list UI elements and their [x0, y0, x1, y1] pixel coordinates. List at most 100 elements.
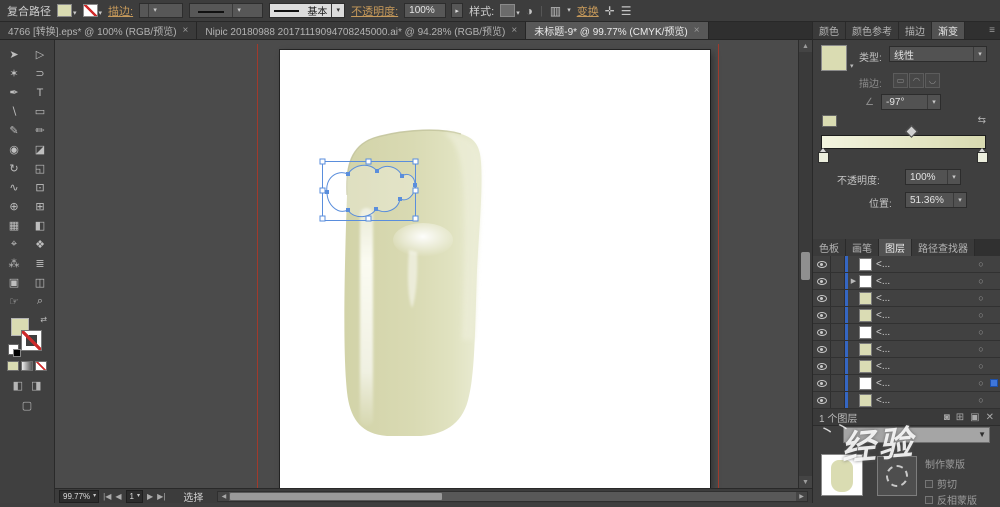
perspective-grid-tool-icon[interactable]: ⊞: [27, 197, 53, 216]
panel-menu-icon[interactable]: ☰: [621, 5, 632, 17]
previous-artboard-button[interactable]: ◀: [115, 492, 121, 501]
make-mask-button[interactable]: 制作蒙版: [925, 456, 965, 471]
target-circle-icon[interactable]: ○: [974, 293, 988, 303]
expand-arrow-icon[interactable]: ▶: [848, 277, 859, 285]
fill-color-dropdown[interactable]: ▾: [57, 4, 77, 17]
draw-behind-icon[interactable]: ◨: [31, 379, 41, 392]
zoom-level-dropdown[interactable]: 99.77% ▾: [59, 490, 99, 503]
gradient-tool-icon[interactable]: ◧: [27, 216, 53, 235]
layer-thumbnail[interactable]: [859, 309, 872, 322]
color-mode-button[interactable]: [7, 361, 19, 371]
gradient-mode-button[interactable]: [21, 361, 33, 371]
object-thumbnail[interactable]: [821, 454, 863, 496]
target-circle-icon[interactable]: ○: [974, 344, 988, 354]
tab-close-icon[interactable]: ×: [511, 25, 517, 36]
width-profile-dropdown[interactable]: ▾: [189, 3, 263, 18]
document-tab[interactable]: 未标题-9* @ 99.77% (CMYK/预览)×: [526, 22, 708, 39]
layer-row[interactable]: <...○: [813, 341, 1000, 358]
lock-toggle[interactable]: [831, 341, 845, 357]
layer-thumbnail[interactable]: [859, 377, 872, 390]
draw-normal-icon[interactable]: ◧: [13, 379, 23, 392]
layer-label[interactable]: <...: [872, 276, 974, 287]
rectangle-tool-icon[interactable]: ▭: [27, 102, 53, 121]
target-circle-icon[interactable]: ○: [974, 327, 988, 337]
stroke-color-dropdown[interactable]: ▾: [83, 4, 103, 17]
lock-toggle[interactable]: [831, 358, 845, 374]
panel-tab-颜色参考[interactable]: 颜色参考: [846, 22, 899, 39]
artboard-tool-icon[interactable]: ▣: [1, 273, 27, 292]
last-artboard-button[interactable]: ▶|: [157, 492, 165, 501]
magic-wand-tool-icon[interactable]: ✶: [1, 64, 27, 83]
visibility-eye-icon[interactable]: [813, 290, 831, 306]
gradient-angle-dropdown[interactable]: -97° ▾: [881, 94, 941, 110]
gradient-position-dropdown[interactable]: 51.36% ▾: [905, 192, 967, 208]
panel-tab-色板[interactable]: 色板: [813, 239, 846, 256]
layer-label[interactable]: <...: [872, 361, 974, 372]
visibility-eye-icon[interactable]: [813, 307, 831, 323]
screen-mode-icon[interactable]: ▢: [22, 399, 32, 412]
align-icon[interactable]: ▥: [550, 5, 561, 17]
shape-builder-tool-icon[interactable]: ⊕: [1, 197, 27, 216]
artboard[interactable]: [280, 50, 710, 488]
selection-indicator[interactable]: [988, 379, 1000, 387]
layer-label[interactable]: <...: [872, 395, 974, 406]
selection-indicator[interactable]: [988, 260, 1000, 268]
selection-indicator[interactable]: [988, 311, 1000, 319]
layer-row[interactable]: <...○: [813, 290, 1000, 307]
pencil-tool-icon[interactable]: ✏: [27, 121, 53, 140]
visibility-eye-icon[interactable]: [813, 256, 831, 272]
gradient-opacity-dropdown[interactable]: 100% ▾: [905, 169, 961, 185]
panel-tab-图层[interactable]: 图层: [879, 239, 912, 256]
horizontal-scroll-thumb[interactable]: [230, 493, 442, 500]
layer-thumbnail[interactable]: [859, 394, 872, 407]
gradient-annotator-icon[interactable]: [822, 115, 837, 127]
delete-layer-icon[interactable]: ✕: [986, 412, 994, 423]
layer-thumbnail[interactable]: [859, 343, 872, 356]
layer-thumbnail[interactable]: [859, 292, 872, 305]
layer-row[interactable]: ▶<...○: [813, 273, 1000, 290]
opacity-mask-thumbnail[interactable]: [877, 456, 917, 496]
type-tool-icon[interactable]: T: [27, 83, 53, 102]
document-tab[interactable]: Nipic 20180988 20171119094708245000.ai* …: [197, 22, 526, 39]
layer-label[interactable]: <...: [872, 310, 974, 321]
selection-indicator[interactable]: [988, 396, 1000, 404]
lock-toggle[interactable]: [831, 392, 845, 408]
line-segment-tool-icon[interactable]: ∖: [1, 102, 27, 121]
hand-tool-icon[interactable]: ☞: [1, 292, 27, 311]
visibility-eye-icon[interactable]: [813, 375, 831, 391]
style-dropdown[interactable]: ▾: [500, 4, 520, 17]
panel-tab-渐变[interactable]: 渐变: [932, 22, 965, 39]
visibility-eye-icon[interactable]: [813, 358, 831, 374]
stroke-gradient-within-icon[interactable]: ▭: [893, 73, 908, 88]
pen-tool-icon[interactable]: ✒: [1, 83, 27, 102]
stroke-gradient-along-icon[interactable]: ◠: [909, 73, 924, 88]
vertical-scroll-thumb[interactable]: [801, 252, 810, 280]
stroke-link[interactable]: 描边:: [108, 3, 133, 19]
gradient-type-dropdown[interactable]: 线性 ▾: [889, 46, 987, 62]
scroll-up-icon[interactable]: ▲: [799, 40, 812, 52]
next-artboard-button[interactable]: ▶: [147, 492, 153, 501]
width-tool-icon[interactable]: ∿: [1, 178, 27, 197]
target-circle-icon[interactable]: ○: [974, 378, 988, 388]
swap-fill-stroke-icon[interactable]: ⇄: [40, 315, 47, 324]
panel-menu-icon[interactable]: ≡: [984, 22, 1000, 39]
panel-tab-颜色[interactable]: 颜色: [813, 22, 846, 39]
target-circle-icon[interactable]: ○: [974, 259, 988, 269]
new-layer-icon[interactable]: ▣: [970, 412, 979, 423]
vertical-scrollbar[interactable]: ▲ ▼: [798, 40, 812, 488]
new-sublayer-icon[interactable]: ⊞: [956, 412, 964, 423]
direct-selection-tool-icon[interactable]: ▷: [27, 45, 53, 64]
opacity-link[interactable]: 不透明度:: [351, 3, 398, 19]
target-circle-icon[interactable]: ○: [974, 310, 988, 320]
visibility-eye-icon[interactable]: [813, 392, 831, 408]
document-tab[interactable]: 4766 [转换].eps* @ 100% (RGB/预览)×: [0, 22, 197, 39]
gradient-stop-left[interactable]: [818, 152, 829, 163]
column-graph-tool-icon[interactable]: ≣: [27, 254, 53, 273]
blend-tool-icon[interactable]: ❖: [27, 235, 53, 254]
layer-thumbnail[interactable]: [859, 275, 872, 288]
free-transform-tool-icon[interactable]: ⊡: [27, 178, 53, 197]
default-fill-stroke-icon[interactable]: [8, 344, 19, 355]
gradient-stop-right[interactable]: [977, 152, 988, 163]
tab-close-icon[interactable]: ×: [694, 25, 700, 36]
panel-tab-描边[interactable]: 描边: [899, 22, 932, 39]
